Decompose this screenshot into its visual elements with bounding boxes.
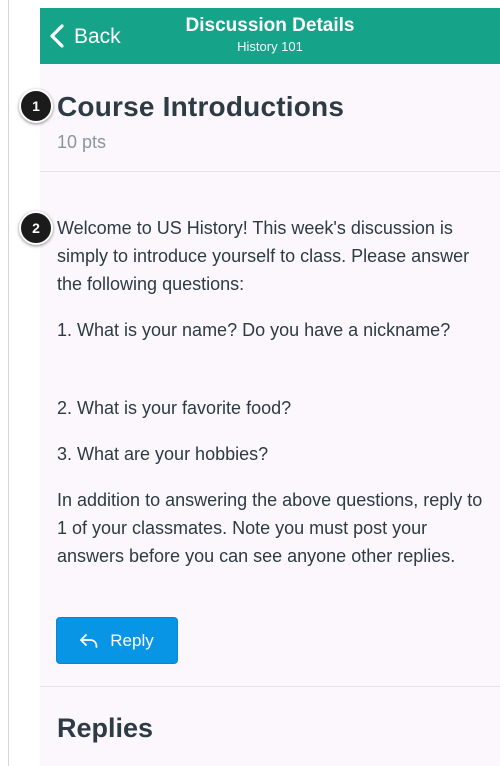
reply-icon [80,633,98,648]
points-label: 10 pts [57,132,107,152]
nav-title: Discussion Details [185,15,355,36]
discussion-content: Course Introductions 10 pts Welcome to U… [40,64,500,766]
phone-screen: Back Discussion Details History 101 Cour… [40,8,500,766]
replies-heading: Replies [57,713,154,743]
nav-subtitle: History 101 [237,39,303,54]
frame-border [8,0,9,766]
discussion-paragraph-intro: Welcome to US History! This week's discu… [57,218,470,294]
reply-button[interactable]: Reply [56,617,178,664]
discussion-question-3: 3. What are your hobbies? [57,444,269,464]
reply-label: Reply [110,631,154,650]
nav-title-group: Discussion Details History 101 [40,15,500,55]
discussion-paragraph-instructions: In addition to answering the above quest… [57,490,483,566]
step-badge-1: 1 [19,89,53,123]
discussion-question-2: 2. What is your favorite food? [57,398,292,418]
step-badge-2: 2 [19,211,53,245]
discussion-question-1: 1. What is your name? Do you have a nick… [57,320,451,340]
divider [40,171,500,172]
discussion-title: Course Introductions [57,91,345,122]
navigation-bar: Back Discussion Details History 101 [40,8,500,64]
divider [40,686,500,687]
